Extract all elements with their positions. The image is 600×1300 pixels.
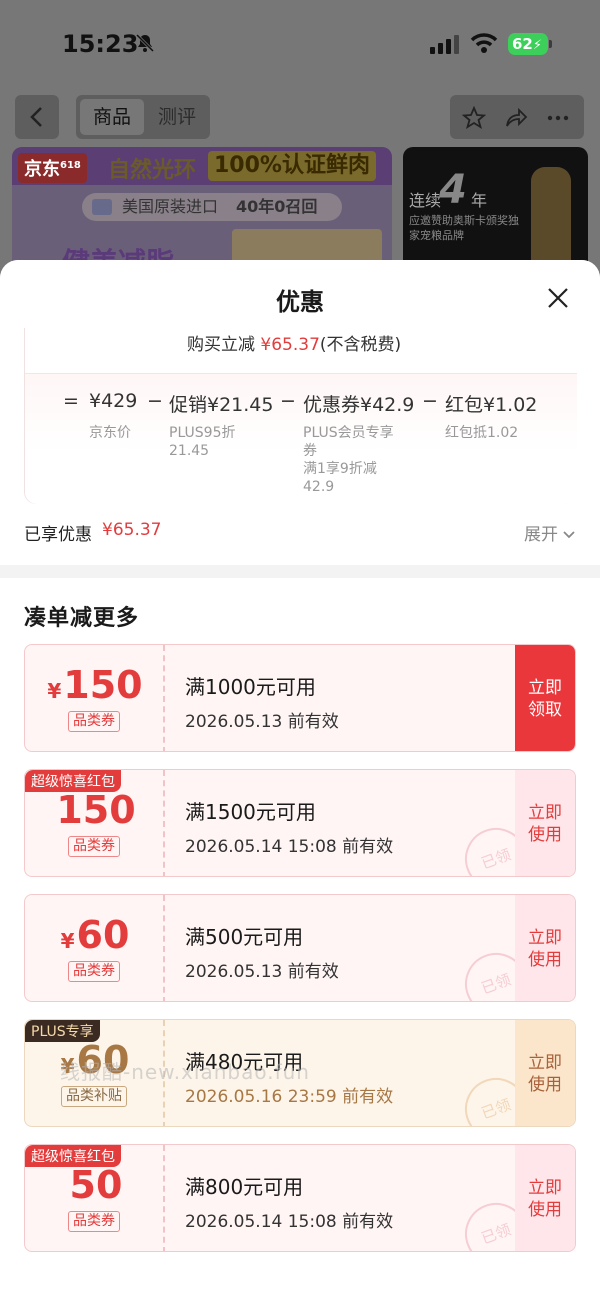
brand-name: 自然光环 <box>108 158 197 183</box>
purchase-reduce-label: 购买立减 <box>187 335 255 355</box>
coupon-desc: PLUS会员专享券 满1享9折减42.9 <box>303 425 394 495</box>
us-flag-icon <box>92 199 112 215</box>
coupon-card: ¥150 品类券 满1000元可用 2026.05.13 前有效 立即领取 <box>24 644 576 752</box>
coupon-amount: ¥60 <box>60 913 130 957</box>
coupon-condition: 满1500元可用 <box>185 800 316 824</box>
use-coupon-button[interactable]: 立即使用 <box>515 895 575 1001</box>
coupon-amount: 150 <box>56 788 136 832</box>
redpack-discount: 红包¥1.02 <box>445 394 538 416</box>
chevron-down-icon <box>563 531 575 539</box>
minus-sign: − <box>280 390 296 412</box>
status-bar: 15:23 62⚡ <box>0 0 600 90</box>
mute-bell-icon <box>135 33 155 53</box>
side-card-years: 4 <box>439 167 467 213</box>
recall-text: 40年0召回 <box>236 197 318 216</box>
coupon-validity: 2026.05.14 15:08 前有效 <box>185 1212 394 1232</box>
jd-price: ¥429 <box>89 390 138 412</box>
purchase-reduce-note: (不含税费) <box>319 335 402 355</box>
minus-sign: − <box>422 390 438 412</box>
use-coupon-button[interactable]: 立即使用 <box>515 1020 575 1126</box>
coupon-card-plus: ¥60 品类补贴 PLUS专享 满480元可用 2026.05.16 23:59… <box>24 1019 576 1127</box>
use-coupon-button[interactable]: 立即使用 <box>515 770 575 876</box>
discount-summary-section: 优惠 购买立减 ¥65.37(不含税费) = ¥429 京东价 − 促销¥21.… <box>0 260 600 565</box>
side-card-title: 连续 <box>409 191 442 210</box>
cellular-signal-icon <box>430 35 459 54</box>
back-button[interactable] <box>15 95 59 139</box>
tab-review[interactable]: 测评 <box>148 99 206 135</box>
import-pill: 美国原装进口 40年0召回 <box>82 193 342 221</box>
close-icon[interactable] <box>544 284 572 312</box>
coupon-card: 50 品类券 超级惊喜红包 满800元可用 2026.05.14 15:08 前… <box>24 1144 576 1252</box>
star-favorite-icon[interactable] <box>462 106 486 130</box>
price-calculation-card: 购买立减 ¥65.37(不含税费) = ¥429 京东价 − 促销¥21.45 … <box>24 328 577 504</box>
wifi-icon <box>470 33 498 53</box>
more-coupons-section: 凑单减更多 ¥150 品类券 满1000元可用 2026.05.13 前有效 立… <box>0 578 600 1300</box>
coupon-validity: 2026.05.16 23:59 前有效 <box>185 1087 394 1107</box>
coupon-value-area: ¥60 品类券 <box>25 895 165 1001</box>
side-card-unit: 年 <box>471 191 488 210</box>
coupon-condition: 满480元可用 <box>185 1050 304 1074</box>
coupon-card: ¥60 品类券 满500元可用 2026.05.13 前有效 已领 立即使用 <box>24 894 576 1002</box>
coupon-type: 品类券 <box>68 1211 120 1232</box>
purchase-reduce-row: 购买立减 ¥65.37(不含税费) <box>25 328 577 374</box>
background-product-page: 15:23 62⚡ 商品 测评 京东618 自然光环 100%认证鲜肉 美国原装… <box>0 0 600 300</box>
coupon-card: 150 品类券 超级惊喜红包 满1500元可用 2026.05.14 15:08… <box>24 769 576 877</box>
coupon-type: 品类补贴 <box>61 1086 127 1107</box>
use-coupon-button[interactable]: 立即使用 <box>515 1145 575 1251</box>
redpack-desc: 红包抵1.02 <box>445 425 519 441</box>
price-breakdown: = ¥429 京东价 − 促销¥21.45 PLUS95折 21.45 − 优惠… <box>25 374 577 504</box>
coupon-validity: 2026.05.13 前有效 <box>185 712 339 732</box>
chevron-left-icon <box>30 107 42 127</box>
promo-discount: 促销¥21.45 <box>169 394 274 416</box>
coupon-condition: 满500元可用 <box>185 925 304 949</box>
coupon-amount: ¥150 <box>47 663 143 707</box>
enjoyed-label: 已享优惠 <box>24 525 92 545</box>
share-icon[interactable] <box>504 106 528 130</box>
plus-exclusive-tag: PLUS专享 <box>25 1020 100 1042</box>
coupon-amount: ¥60 <box>60 1038 130 1082</box>
battery-indicator: 62⚡ <box>508 33 548 55</box>
charging-bolt-icon: ⚡ <box>532 38 543 53</box>
coupon-type: 品类券 <box>68 836 120 857</box>
promo-desc: PLUS95折 21.45 <box>169 425 236 459</box>
battery-tip <box>549 40 552 48</box>
equals-sign: = <box>63 390 79 412</box>
import-text: 美国原装进口 <box>122 197 219 216</box>
claim-coupon-button[interactable]: 立即领取 <box>515 645 575 751</box>
expand-button[interactable]: 展开 <box>524 520 576 545</box>
discount-bottom-sheet: 优惠 购买立减 ¥65.37(不含税费) = ¥429 京东价 − 促销¥21.… <box>0 260 600 1300</box>
coupon-value-area: ¥150 品类券 <box>25 645 165 751</box>
coupon-discount: 优惠券¥42.9 <box>303 394 415 416</box>
coupon-validity: 2026.05.13 前有效 <box>185 962 339 982</box>
coupon-tag: 超级惊喜红包 <box>25 770 121 792</box>
sheet-title: 优惠 <box>276 288 324 316</box>
section-title: 凑单减更多 <box>24 606 140 631</box>
coupon-amount: 50 <box>69 1163 123 1207</box>
enjoyed-discount-row: 已享优惠 ¥65.37 展开 <box>24 518 576 548</box>
coupon-condition: 满1000元可用 <box>185 675 316 699</box>
jd-price-label: 京东价 <box>89 425 131 441</box>
enjoyed-value: ¥65.37 <box>102 520 162 540</box>
nav-actions <box>450 95 584 139</box>
tab-product[interactable]: 商品 <box>80 99 144 135</box>
product-review-tabs: 商品 测评 <box>76 95 210 139</box>
product-banner-image: 京东618 自然光环 100%认证鲜肉 美国原装进口40年0召回 健美减脂 <box>12 147 392 277</box>
coupon-validity: 2026.05.14 15:08 前有效 <box>185 837 394 857</box>
coupon-condition: 满800元可用 <box>185 1175 304 1199</box>
coupon-type: 品类券 <box>68 961 120 982</box>
side-card-desc: 应邀赞助奥斯卡颁奖独家宠粮品牌 <box>409 214 519 242</box>
certification-badge: 100%认证鲜肉 <box>208 151 376 181</box>
minus-sign: − <box>147 390 163 412</box>
more-dots-icon[interactable] <box>546 106 570 130</box>
oscar-sponsor-card: 连续 4 年 应邀赞助奥斯卡颁奖独家宠粮品牌 <box>403 147 588 277</box>
coupon-type: 品类券 <box>68 711 120 732</box>
coupon-tag: 超级惊喜红包 <box>25 1145 121 1167</box>
purchase-reduce-value: ¥65.37 <box>260 335 320 355</box>
battery-level: 62 <box>512 35 533 53</box>
oscar-statue-image <box>531 167 571 267</box>
status-time: 15:23 <box>62 30 139 58</box>
jd-618-logo: 京东618 <box>18 153 87 183</box>
